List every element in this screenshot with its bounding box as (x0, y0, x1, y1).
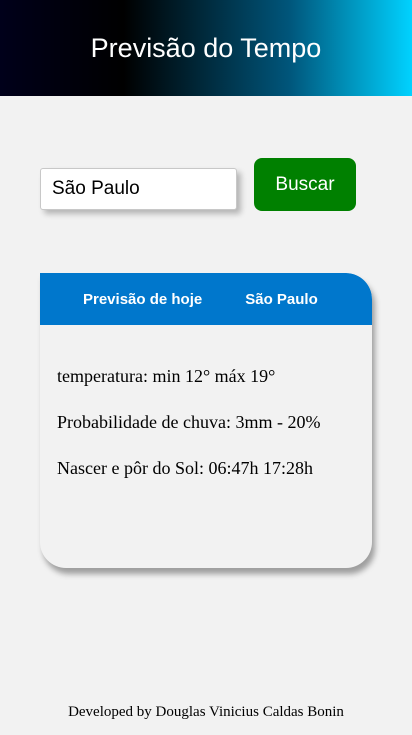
forecast-card-header: Previsão de hoje São Paulo (40, 273, 372, 325)
footer-credit: Developed by Douglas Vinicius Caldas Bon… (68, 704, 344, 720)
app-header: Previsão do Tempo (0, 0, 412, 96)
forecast-details: temperatura: min 12° máx 19° Probabilida… (40, 325, 372, 479)
forecast-city: São Paulo (245, 290, 318, 308)
search-button[interactable]: Buscar (254, 158, 356, 211)
temperature-text: temperatura: min 12° máx 19° (57, 366, 276, 386)
page-title: Previsão do Tempo (90, 32, 322, 63)
forecast-title: Previsão de hoje (83, 290, 203, 308)
forecast-card: Previsão de hoje São Paulo temperatura: … (40, 273, 372, 568)
rain-probability-text: Probabilidade de chuva: 3mm - 20% (57, 412, 321, 432)
city-search-input[interactable] (40, 168, 237, 210)
sunrise-sunset-text: Nascer e pôr do Sol: 06:47h 17:28h (57, 458, 313, 478)
